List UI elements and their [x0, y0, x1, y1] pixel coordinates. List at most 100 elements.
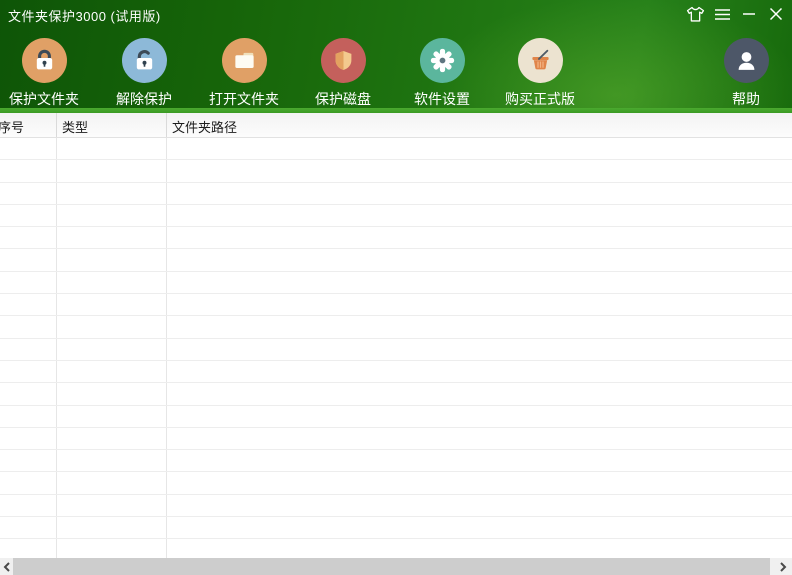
table-cell: [57, 361, 167, 382]
column-header-type[interactable]: 类型: [57, 113, 167, 137]
table-cell: [167, 406, 792, 427]
toolbar-label: 购买正式版: [492, 89, 588, 109]
table-row: [0, 272, 792, 294]
table-cell: [167, 361, 792, 382]
table-cell: [0, 227, 57, 248]
table-cell: [57, 428, 167, 449]
table-cell: [57, 272, 167, 293]
column-header-label: 类型: [62, 120, 88, 135]
user-icon: [724, 38, 769, 83]
toolbar-button-open-folder[interactable]: 打开文件夹: [196, 38, 292, 109]
table-cell: [0, 539, 57, 558]
table-cell: [57, 406, 167, 427]
table-cell: [167, 428, 792, 449]
table-row: [0, 339, 792, 361]
table-row: [0, 539, 792, 558]
table-cell: [0, 450, 57, 471]
table-cell: [167, 138, 792, 159]
minimize-icon[interactable]: [739, 4, 759, 24]
table-row: [0, 428, 792, 450]
toolbar-button-settings[interactable]: 软件设置: [394, 38, 490, 109]
table-row: [0, 138, 792, 160]
toolbar-button-protect-disk[interactable]: 保护磁盘: [295, 38, 391, 109]
table-cell: [57, 183, 167, 204]
table-cell: [0, 339, 57, 360]
table-cell: [0, 138, 57, 159]
table-cell: [0, 472, 57, 493]
app-window: 文件夹保护3000 (试用版): [0, 0, 792, 575]
toolbar-label: 保护磁盘: [295, 89, 391, 109]
toolbar-button-help[interactable]: 帮助: [698, 38, 792, 109]
toolbar-label: 解除保护: [96, 89, 192, 109]
scroll-right-icon: [779, 562, 787, 572]
table-cell: [167, 539, 792, 558]
table-row: [0, 472, 792, 494]
table-cell: [0, 428, 57, 449]
toolbar-label: 帮助: [698, 89, 792, 109]
toolbar-button-protect-folder[interactable]: 保护文件夹: [0, 38, 92, 109]
table-cell: [167, 383, 792, 404]
table-cell: [57, 249, 167, 270]
gear-icon: [420, 38, 465, 83]
scroll-left-button[interactable]: [0, 558, 13, 575]
table-row: [0, 205, 792, 227]
table-cell: [167, 517, 792, 538]
skin-shirt-icon[interactable]: [685, 4, 705, 24]
table-cell: [0, 205, 57, 226]
window-title: 文件夹保护3000 (试用版): [8, 6, 161, 25]
folder-icon: [222, 38, 267, 83]
column-header-seq[interactable]: 序号: [0, 113, 57, 137]
table-cell: [57, 294, 167, 315]
table-cell: [167, 205, 792, 226]
table-cell: [57, 450, 167, 471]
table-cell: [167, 227, 792, 248]
table-cell: [0, 517, 57, 538]
table-body[interactable]: [0, 138, 792, 558]
basket-icon: [518, 38, 563, 83]
table-row: [0, 450, 792, 472]
close-icon[interactable]: [766, 4, 786, 24]
table-cell: [167, 495, 792, 516]
scroll-right-button[interactable]: [774, 558, 792, 575]
table-row: [0, 227, 792, 249]
table-cell: [57, 539, 167, 558]
table-cell: [167, 272, 792, 293]
menu-icon[interactable]: [712, 4, 732, 24]
table-cell: [0, 361, 57, 382]
table-cell: [57, 517, 167, 538]
toolbar-button-unprotect[interactable]: 解除保护: [96, 38, 192, 109]
scrollbar-thumb[interactable]: [13, 558, 770, 575]
table-cell: [0, 160, 57, 181]
table-cell: [167, 183, 792, 204]
shield-icon: [321, 38, 366, 83]
table-row: [0, 495, 792, 517]
table-cell: [167, 294, 792, 315]
toolbar-button-buy[interactable]: 购买正式版: [492, 38, 588, 109]
table-cell: [57, 316, 167, 337]
column-header-label: 文件夹路径: [172, 120, 237, 135]
table-row: [0, 294, 792, 316]
window-controls: [685, 0, 786, 28]
table-row: [0, 249, 792, 271]
table-cell: [167, 339, 792, 360]
table-cell: [0, 272, 57, 293]
table-row: [0, 183, 792, 205]
toolbar-label: 保护文件夹: [0, 89, 92, 109]
scroll-left-icon: [3, 562, 11, 572]
table-cell: [167, 472, 792, 493]
table-row: [0, 383, 792, 405]
table-cell: [0, 249, 57, 270]
table-cell: [57, 205, 167, 226]
table-row: [0, 406, 792, 428]
table-cell: [167, 316, 792, 337]
column-header-path[interactable]: 文件夹路径: [167, 113, 792, 137]
table-cell: [57, 495, 167, 516]
table-cell: [0, 383, 57, 404]
titlebar[interactable]: 文件夹保护3000 (试用版): [0, 0, 792, 28]
horizontal-scrollbar[interactable]: [0, 558, 792, 575]
toolbar-label: 打开文件夹: [196, 89, 292, 109]
table-cell: [0, 406, 57, 427]
table-row: [0, 361, 792, 383]
table-cell: [57, 227, 167, 248]
table-cell: [57, 160, 167, 181]
